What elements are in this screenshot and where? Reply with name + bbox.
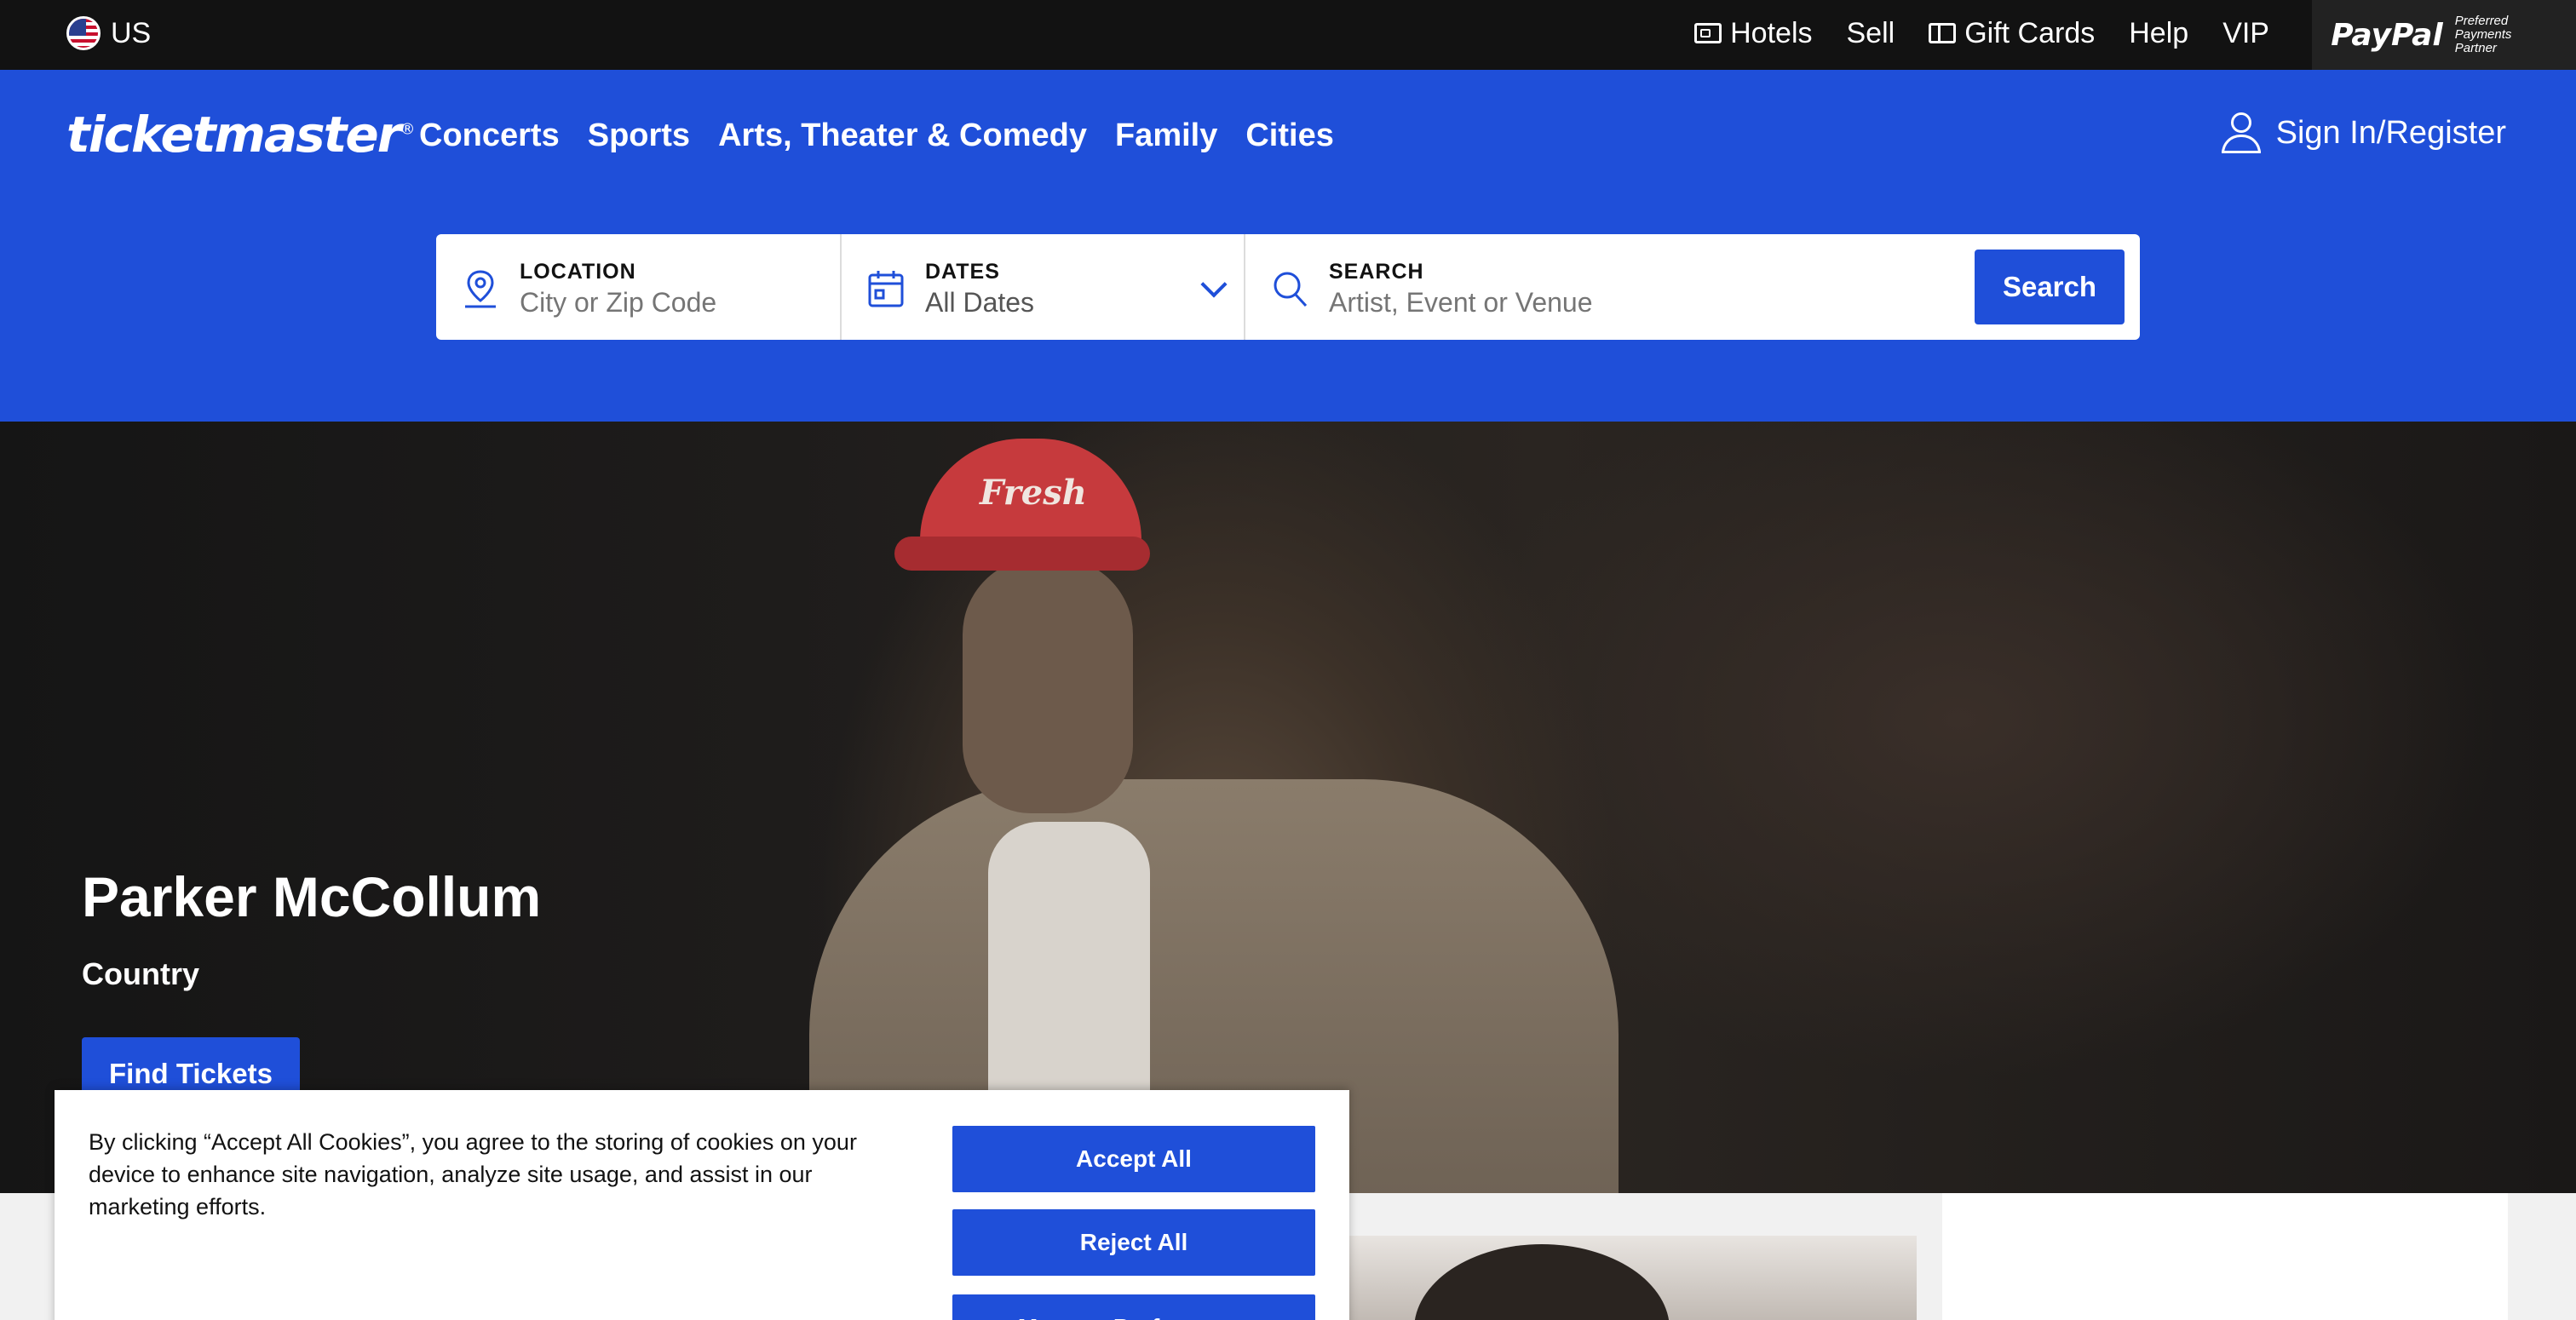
hotel-icon bbox=[1694, 23, 1722, 43]
utility-links: Hotels Sell Gift Cards Help VIP bbox=[1694, 0, 2269, 66]
search-input[interactable] bbox=[1329, 287, 1925, 319]
search-field[interactable]: SEARCH Search bbox=[1245, 234, 2140, 340]
location-input[interactable] bbox=[520, 287, 818, 319]
help-link[interactable]: Help bbox=[2129, 17, 2188, 50]
paypal-logo: PayPal bbox=[2331, 17, 2443, 53]
search-panel: LOCATION DATES All Dates SEARCH Search bbox=[436, 234, 2140, 340]
sign-in-register-link[interactable]: Sign In/Register bbox=[2221, 112, 2506, 153]
gift-cards-label: Gift Cards bbox=[1964, 16, 2096, 49]
utility-bar: US Hotels Sell Gift Cards Help VIP PayPa… bbox=[0, 0, 2576, 70]
nav-cities[interactable]: Cities bbox=[1245, 118, 1333, 154]
primary-nav: Concerts Sports Arts, Theater & Comedy F… bbox=[419, 118, 1334, 154]
nav-sports[interactable]: Sports bbox=[588, 118, 690, 154]
manage-preferences-button[interactable]: Manage Preferences bbox=[952, 1294, 1315, 1320]
gift-card-icon bbox=[1929, 23, 1957, 43]
cookie-message: By clicking “Accept All Cookies”, you ag… bbox=[89, 1129, 857, 1220]
location-field[interactable]: LOCATION bbox=[436, 234, 842, 340]
hero-photo-face bbox=[963, 558, 1133, 813]
calendar-icon bbox=[868, 271, 904, 307]
registered-mark: ® bbox=[400, 120, 415, 139]
hotels-link[interactable]: Hotels bbox=[1694, 16, 1813, 50]
hotels-label: Hotels bbox=[1730, 16, 1813, 49]
us-flag-icon bbox=[66, 16, 101, 50]
paypal-partner-badge[interactable]: PayPal Preferred Payments Partner bbox=[2312, 0, 2576, 70]
sign-in-label: Sign In/Register bbox=[2275, 114, 2506, 151]
dates-label: DATES bbox=[925, 260, 1000, 284]
region-selector[interactable]: US bbox=[66, 0, 151, 66]
search-label: SEARCH bbox=[1329, 260, 1424, 284]
dates-value: All Dates bbox=[925, 287, 1035, 318]
nav-family[interactable]: Family bbox=[1115, 118, 1217, 154]
main-header: ticketmaster® Concerts Sports Arts, Thea… bbox=[0, 70, 2576, 422]
vip-link[interactable]: VIP bbox=[2222, 17, 2269, 50]
brand-wordmark: ticketmaster bbox=[66, 106, 401, 164]
paypal-tagline: Preferred Payments Partner bbox=[2454, 14, 2512, 55]
hero-banner: Fresh Parker McCollum Country Find Ticke… bbox=[0, 422, 2576, 1193]
search-button[interactable]: Search bbox=[1975, 250, 2125, 324]
side-panel bbox=[1942, 1193, 2508, 1320]
location-label: LOCATION bbox=[520, 260, 636, 284]
location-pin-icon bbox=[465, 270, 496, 308]
vip-label: VIP bbox=[2222, 16, 2269, 49]
sell-label: Sell bbox=[1846, 16, 1895, 49]
gift-cards-link[interactable]: Gift Cards bbox=[1929, 17, 2095, 50]
user-icon bbox=[2221, 112, 2261, 153]
artist-photo-card[interactable] bbox=[1346, 1236, 1917, 1320]
region-label: US bbox=[111, 16, 152, 49]
sell-link[interactable]: Sell bbox=[1847, 17, 1895, 50]
nav-arts-theater-comedy[interactable]: Arts, Theater & Comedy bbox=[718, 118, 1087, 154]
ticketmaster-logo[interactable]: ticketmaster® bbox=[66, 106, 415, 164]
cookie-consent-banner: By clicking “Accept All Cookies”, you ag… bbox=[55, 1090, 1349, 1320]
search-icon bbox=[1274, 272, 1308, 307]
artist-genre: Country bbox=[82, 956, 199, 991]
cap-logo-text: Fresh bbox=[980, 473, 1087, 513]
reject-all-button[interactable]: Reject All bbox=[952, 1209, 1315, 1276]
nav-concerts[interactable]: Concerts bbox=[419, 118, 560, 154]
dates-dropdown[interactable]: DATES All Dates bbox=[842, 234, 1245, 340]
help-label: Help bbox=[2129, 16, 2189, 49]
artist-name: Parker McCollum bbox=[82, 865, 542, 928]
accept-all-button[interactable]: Accept All bbox=[952, 1126, 1315, 1192]
